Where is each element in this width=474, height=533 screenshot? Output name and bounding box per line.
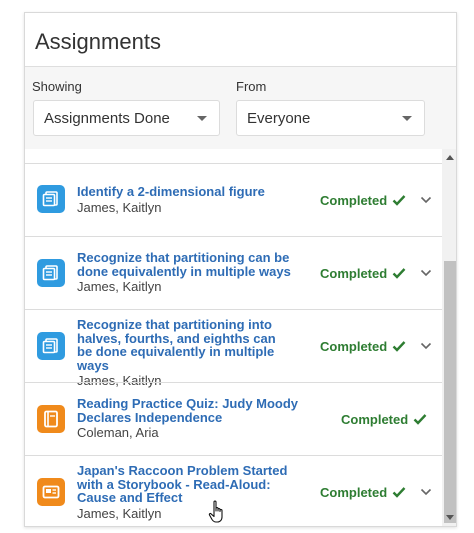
- lesson-icon: [37, 185, 65, 213]
- lesson-icon: [37, 332, 65, 360]
- chevron-down-icon[interactable]: [420, 196, 432, 204]
- checkmark-icon: [392, 195, 406, 206]
- showing-label: Showing: [32, 79, 82, 94]
- from-label: From: [236, 79, 267, 94]
- checkmark-icon: [413, 414, 427, 425]
- checkmark-icon: [392, 268, 406, 279]
- book-icon: [37, 405, 65, 433]
- scroll-thumb[interactable]: [444, 261, 456, 523]
- from-select-value: Everyone: [247, 109, 311, 127]
- assignment-students: James, Kaitlyn: [77, 199, 162, 215]
- assignment-students: Coleman, Aria: [77, 425, 159, 440]
- filter-bar: Showing Assignments Done From Everyone: [25, 67, 456, 149]
- chevron-down-icon: [402, 116, 412, 121]
- scroll-up-arrow-icon[interactable]: [446, 155, 454, 160]
- hand-cursor-icon: [208, 500, 223, 523]
- scrollbar[interactable]: [442, 149, 456, 526]
- chevron-down-icon[interactable]: [420, 342, 432, 350]
- assignment-students: James, Kaitlyn: [77, 505, 162, 521]
- checkmark-icon: [392, 487, 406, 498]
- from-select[interactable]: Everyone: [236, 100, 425, 136]
- panel-title: Assignments: [35, 29, 161, 54]
- assignment-title[interactable]: Identify a 2-dimensional figure: [77, 185, 292, 199]
- assignment-title[interactable]: Reading Practice Quiz: Judy Moody Declar…: [77, 397, 312, 424]
- assignment-row[interactable]: Japan's Raccoon Problem Started with a S…: [25, 455, 442, 526]
- assignment-title[interactable]: Recognize that partitioning into halves,…: [77, 318, 292, 372]
- assignment-title[interactable]: Recognize that partitioning can be done …: [77, 251, 292, 278]
- assignment-row[interactable]: Recognize that partitioning can be done …: [25, 236, 442, 309]
- scroll-down-arrow-icon[interactable]: [446, 515, 454, 520]
- assignment-row[interactable]: Recognize that partitioning into halves,…: [25, 309, 442, 388]
- assignment-list[interactable]: Identify a 2-dimensional figure James, K…: [25, 149, 442, 526]
- showing-select-value: Assignments Done: [44, 109, 170, 127]
- status-label: Completed: [341, 412, 409, 427]
- assignment-row[interactable]: Identify a 2-dimensional figure James, K…: [25, 163, 442, 236]
- video-icon: [37, 478, 65, 506]
- status-label: Completed: [320, 266, 388, 281]
- checkmark-icon: [392, 341, 406, 352]
- chevron-down-icon[interactable]: [420, 269, 432, 277]
- assignment-row[interactable]: Reading Practice Quiz: Judy Moody Declar…: [25, 382, 442, 455]
- chevron-down-icon[interactable]: [420, 488, 432, 496]
- status-label: Completed: [320, 193, 388, 208]
- assignment-title[interactable]: Japan's Raccoon Problem Started with a S…: [77, 464, 292, 505]
- assignments-panel: Assignments Showing Assignments Done Fro…: [24, 12, 457, 527]
- status-label: Completed: [320, 485, 388, 500]
- chevron-down-icon: [197, 116, 207, 121]
- showing-select[interactable]: Assignments Done: [33, 100, 220, 136]
- status-label: Completed: [320, 339, 388, 354]
- lesson-icon: [37, 259, 65, 287]
- assignment-students: James, Kaitlyn: [77, 279, 162, 294]
